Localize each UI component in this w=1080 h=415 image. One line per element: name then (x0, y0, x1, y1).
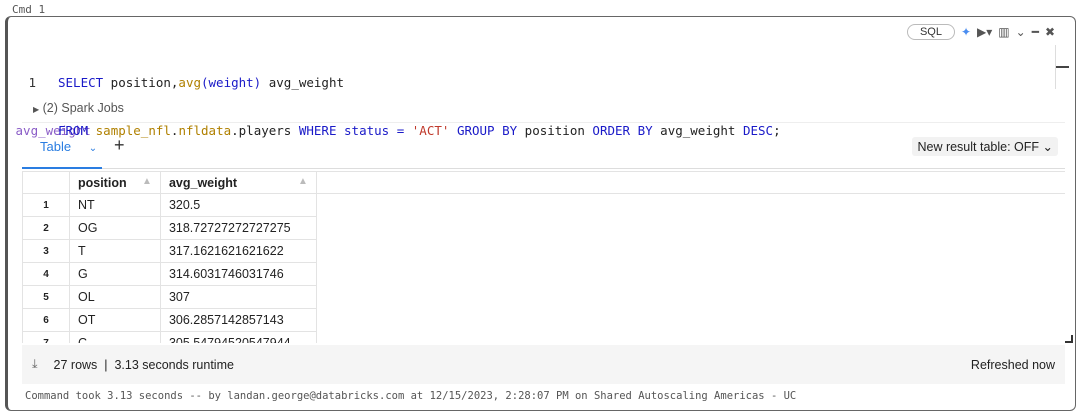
close-icon[interactable]: ✖ (1045, 25, 1055, 39)
editor-scrollbar[interactable] (1055, 45, 1069, 89)
cell-avg-weight: 314.6031746031746 (159, 262, 317, 286)
sort-icon: ▲ (298, 175, 308, 187)
table-row: 2 OG 318.72727272727275 (22, 216, 1066, 240)
column-header-position[interactable]: position ▲ (68, 171, 161, 194)
chart-icon[interactable]: ▥ (998, 25, 1009, 39)
cell-position: C (68, 331, 161, 343)
add-visualization-button[interactable]: + (114, 135, 125, 156)
results-table: position ▲ avg_weight ▲ 1 NT 320.5 2 OG 318.7272… (22, 171, 1065, 343)
notebook-cell: SQL ✦ ▶▾ ▥ ⌄ ━ ✖ 1 SELECT position,avg(we… (5, 16, 1076, 411)
row-number: 3 (22, 239, 70, 263)
row-number: 1 (22, 193, 70, 217)
download-icon[interactable]: ⤓ (32, 357, 38, 372)
cell-position: OT (68, 308, 161, 332)
cell-avg-weight: 306.2857142857143 (159, 308, 317, 332)
row-number: 5 (22, 285, 70, 309)
table-row: 5 OL 307 (22, 285, 1066, 309)
cell-avg-weight: 305.54794520547944 (159, 331, 317, 343)
row-number: 4 (22, 262, 70, 286)
row-number: 2 (22, 216, 70, 240)
table-row: 4 G 314.6031746031746 (22, 262, 1066, 286)
resize-handle[interactable] (1065, 335, 1073, 343)
column-header-avg-weight[interactable]: avg_weight ▲ (159, 171, 317, 194)
cell-position: NT (68, 193, 161, 217)
cell-avg-weight: 320.5 (159, 193, 317, 217)
cell-toolbar: SQL ✦ ▶▾ ▥ ⌄ ━ ✖ (906, 24, 1055, 40)
chevron-down-icon[interactable]: ⌄ (1016, 25, 1026, 39)
cell-avg-weight: 317.1621621621622 (159, 239, 317, 263)
cell-avg-weight: 318.72727272727275 (159, 216, 317, 240)
spark-jobs-toggle[interactable]: ▶ (2) Spark Jobs (33, 101, 124, 115)
table-row: 3 T 317.1621621621622 (22, 239, 1066, 263)
table-row: 1 NT 320.5 (22, 193, 1066, 217)
cell-position: OL (68, 285, 161, 309)
row-number: 6 (22, 308, 70, 332)
cell-position: OG (68, 216, 161, 240)
chevron-down-icon: ⌄ (88, 143, 98, 154)
minimize-icon[interactable]: ━ (1032, 25, 1039, 39)
run-icon[interactable]: ▶▾ (977, 25, 992, 39)
results-footer: ⤓ 27 rows | 3.13 seconds runtime Refresh… (22, 345, 1065, 384)
table-row: 6 OT 306.2857142857143 (22, 308, 1066, 332)
cell-avg-weight: 307 (159, 285, 317, 309)
tab-table[interactable]: Table ⌄ (22, 123, 102, 169)
new-result-table-toggle[interactable]: New result table: OFF ⌄ (912, 137, 1058, 156)
cell-position: T (68, 239, 161, 263)
command-status: Command took 3.13 seconds -- by landan.g… (25, 390, 797, 402)
code-line: 1 SELECT position,avg(weight) avg_weight (28, 75, 345, 90)
cell-label: Cmd 1 (12, 3, 46, 16)
row-number: 7 (22, 331, 70, 343)
cell-position: G (68, 262, 161, 286)
table-row: 7 C 305.54794520547944 (22, 331, 1066, 343)
results-panel: Table ⌄ + New result table: OFF ⌄ positi… (22, 122, 1073, 385)
caret-right-icon: ▶ (33, 105, 40, 114)
sort-icon: ▲ (142, 175, 152, 187)
assistant-icon[interactable]: ✦ (961, 25, 971, 39)
language-badge[interactable]: SQL (906, 24, 955, 40)
